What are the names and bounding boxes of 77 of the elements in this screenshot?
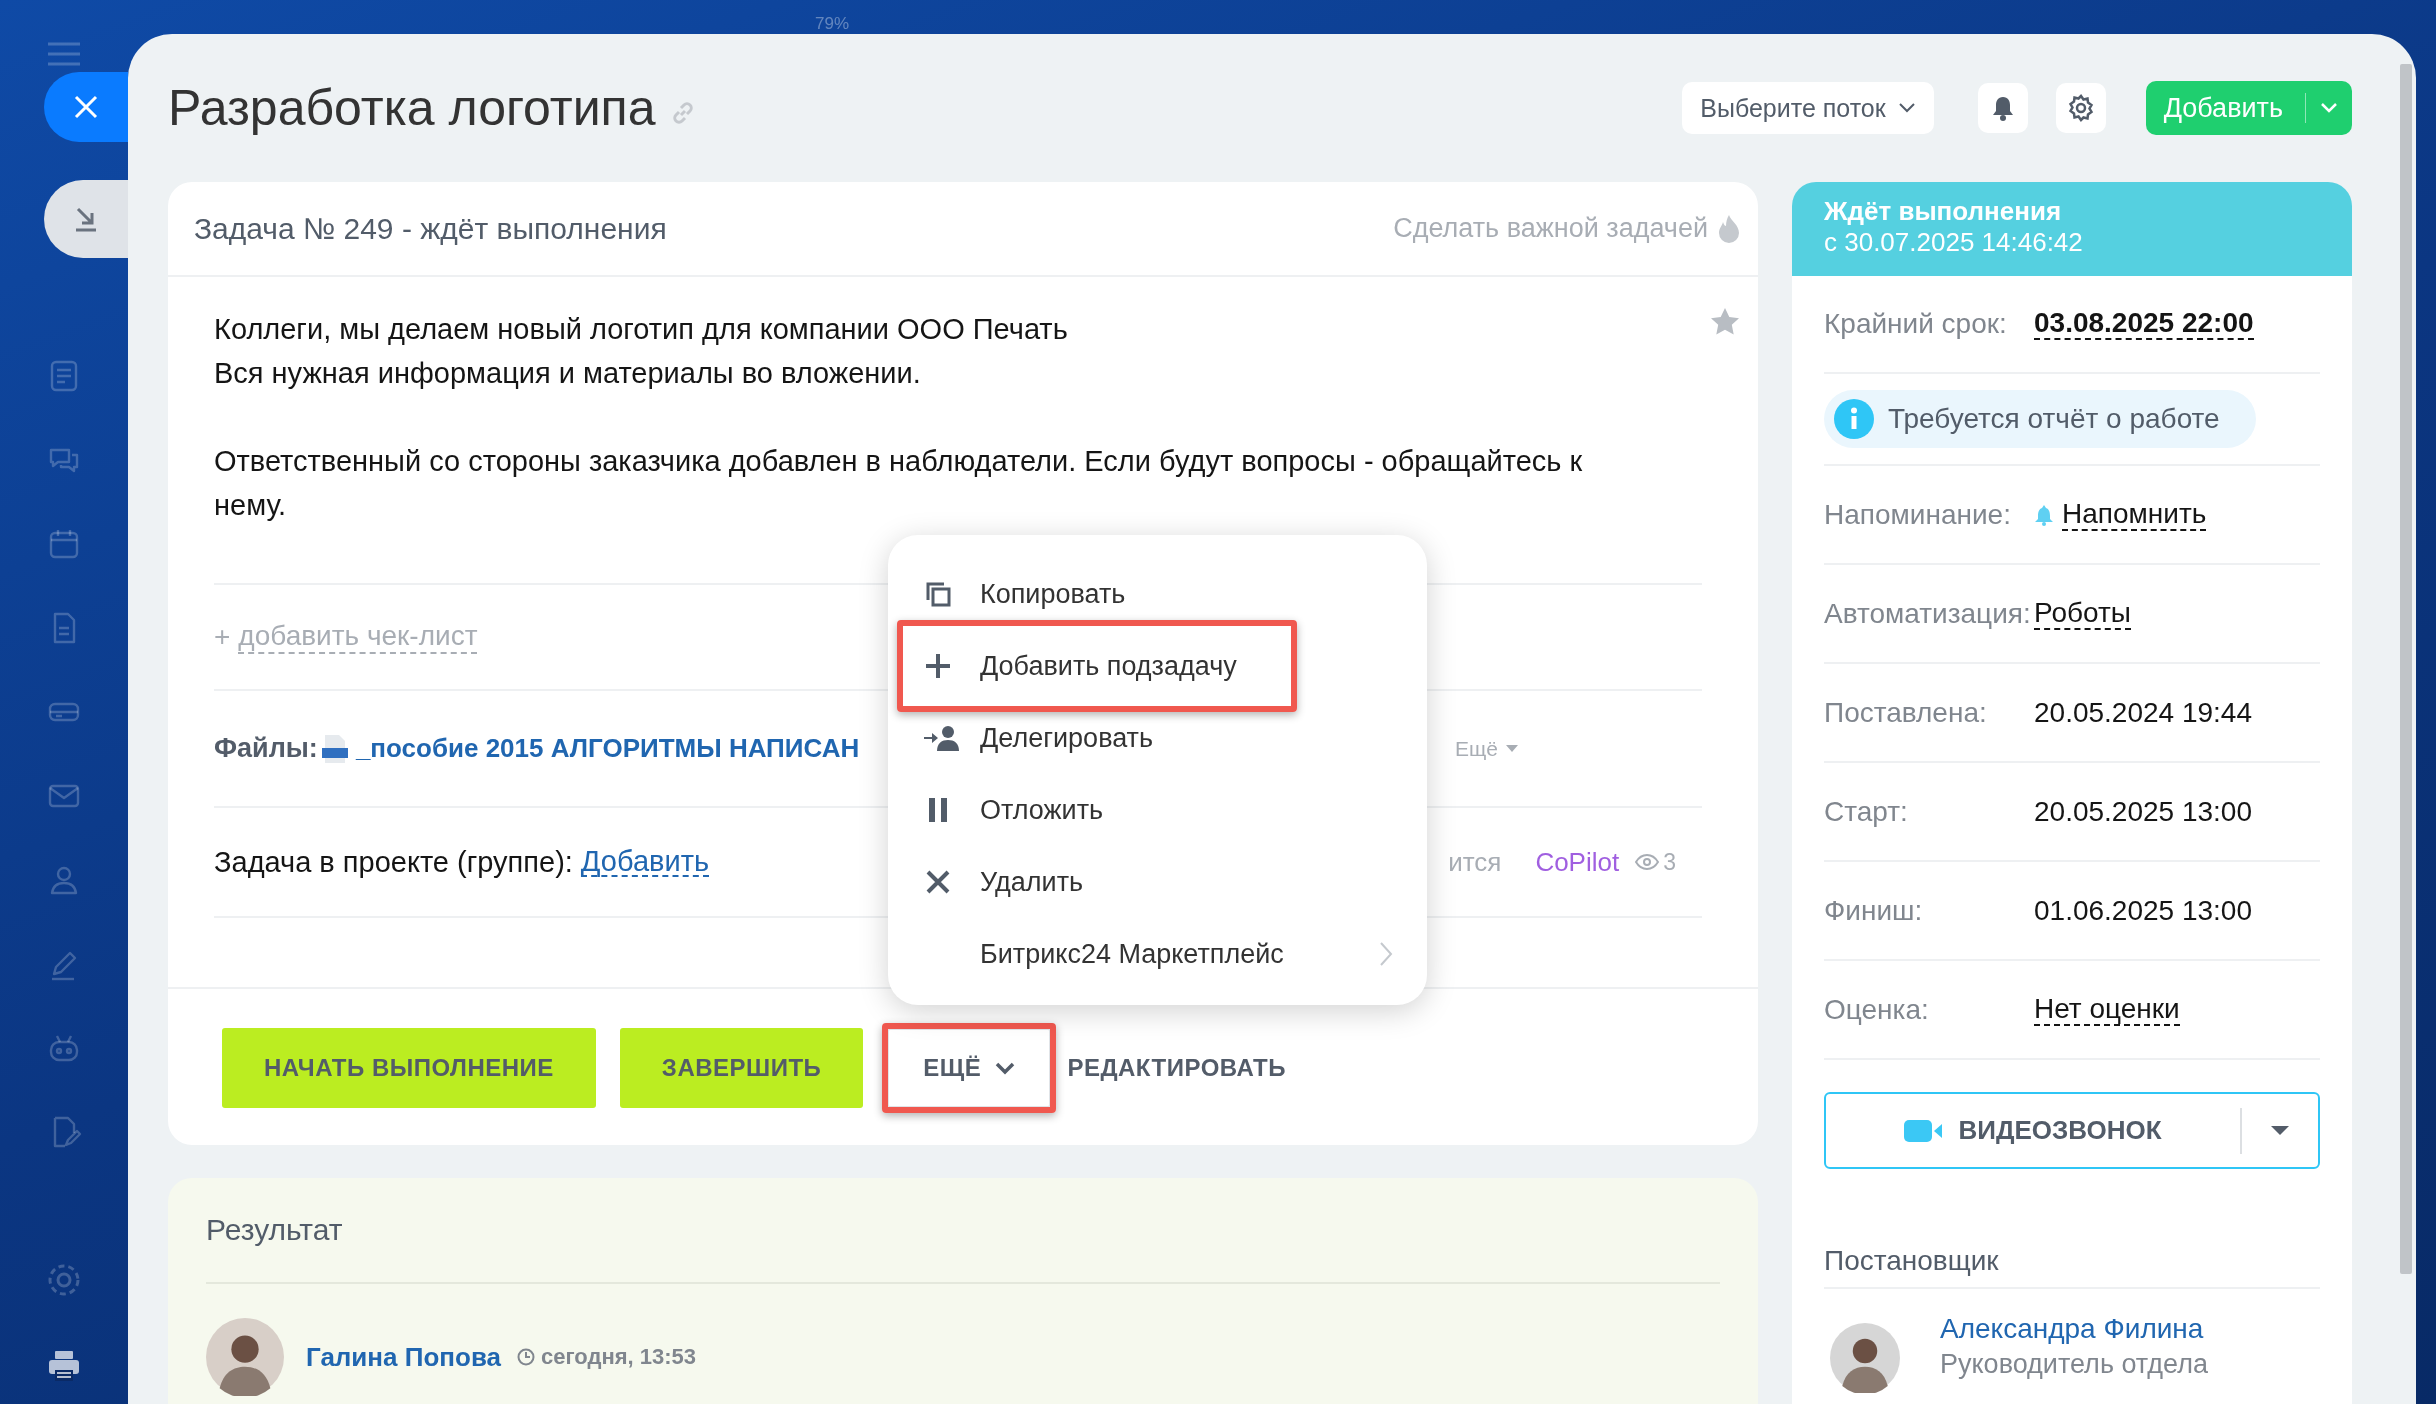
menu-item[interactable]: Удалить bbox=[888, 846, 1427, 918]
zoom-label: 79% bbox=[815, 14, 850, 34]
avatar bbox=[1830, 1323, 1900, 1393]
doc-file-icon bbox=[321, 733, 348, 764]
comment-time: сегодня, 13:53 bbox=[541, 1344, 697, 1370]
detail-value: 20.05.2024 19:44 bbox=[2034, 696, 2252, 729]
copy-icon bbox=[924, 580, 952, 608]
plus-icon bbox=[924, 652, 952, 680]
creator-role: Руководитель отдела bbox=[1940, 1349, 2208, 1380]
more-button[interactable]: ЕЩЁ bbox=[887, 1028, 1052, 1108]
flow-select[interactable]: Выберите поток bbox=[1682, 82, 1934, 134]
detail-label: Крайний срок: bbox=[1824, 308, 2008, 340]
menu-item[interactable]: Отложить bbox=[888, 774, 1427, 846]
gear-icon bbox=[2066, 94, 2095, 122]
task-heading: Задача № 249 - ждёт выполнения bbox=[194, 211, 667, 246]
detail-label: Автоматизация: bbox=[1824, 597, 2032, 630]
partial-text: ится bbox=[1448, 846, 1502, 878]
detail-link[interactable]: Роботы bbox=[2034, 597, 2131, 630]
description-text: Коллеги, мы делаем новый логотип для компании ООО Печать bbox=[214, 312, 1069, 347]
deadline-value[interactable]: 03.08.2025 22:00 bbox=[2034, 308, 2254, 340]
printer-icon[interactable] bbox=[46, 1348, 82, 1384]
watchers-count: 3 bbox=[1663, 848, 1676, 876]
action-button[interactable]: НАЧАТЬ ВЫПОЛНЕНИЕ bbox=[222, 1028, 596, 1108]
caret-icon bbox=[2271, 1125, 2289, 1136]
result-title: Результат bbox=[206, 1213, 343, 1247]
status-title: Ждёт выполнения bbox=[1824, 196, 2063, 227]
creator-name[interactable]: Александра Филина bbox=[1940, 1313, 2208, 1345]
scrollbar[interactable] bbox=[2400, 64, 2412, 1274]
clock-icon bbox=[517, 1348, 535, 1366]
files-label: Файлы: bbox=[214, 733, 318, 764]
project-label: Задача в проекте (группе): bbox=[214, 845, 573, 879]
creator-title: Постановщик bbox=[1824, 1245, 1999, 1277]
detail-link[interactable]: Нет оценки bbox=[2034, 993, 2180, 1026]
remind-link[interactable]: Напомнить bbox=[2062, 498, 2207, 531]
status-since: с 30.07.2025 14:46:42 bbox=[1824, 227, 2084, 258]
eye-icon bbox=[1635, 853, 1660, 871]
star-icon[interactable] bbox=[1710, 307, 1740, 337]
detail-value: 01.06.2025 13:00 bbox=[2034, 894, 2252, 927]
delegate-icon bbox=[924, 724, 960, 752]
detail-label: Оценка: bbox=[1824, 993, 1930, 1026]
caret-icon bbox=[1506, 744, 1518, 753]
notice-text: Требуется отчёт о работе bbox=[1888, 403, 2220, 435]
close-button[interactable] bbox=[44, 72, 128, 142]
chevron-right-icon bbox=[1379, 941, 1393, 967]
page-title: Разработка логотипа bbox=[168, 79, 656, 137]
menu-icon[interactable] bbox=[48, 40, 80, 68]
description-text: Ответственный со стороны заказчика добавлен в наблюдатели. Если будут вопросы - обращайтесь к нему. bbox=[214, 444, 1584, 523]
detail-label: Поставлена: bbox=[1824, 696, 1988, 729]
edit-button[interactable]: РЕДАКТИРОВАТЬ bbox=[1059, 1028, 1295, 1108]
flame-icon[interactable] bbox=[1718, 213, 1740, 244]
menu-item[interactable]: Делегировать bbox=[888, 702, 1427, 774]
settings-button[interactable] bbox=[2055, 83, 2106, 133]
group-link[interactable]: CoPilot bbox=[1535, 846, 1620, 878]
menu-item[interactable]: Копировать bbox=[888, 558, 1427, 630]
detail-label: Напоминание: bbox=[1824, 498, 2012, 531]
close-icon bbox=[924, 868, 952, 896]
collapse-button[interactable] bbox=[44, 180, 128, 258]
info-icon bbox=[1834, 399, 1874, 439]
chevron-down-icon bbox=[1897, 102, 1916, 114]
video-call-button[interactable]: ВИДЕОЗВОНОК bbox=[1824, 1092, 2320, 1169]
video-camera-icon bbox=[1904, 1118, 1943, 1143]
detail-label: Финиш: bbox=[1824, 894, 1924, 927]
menu-item[interactable]: Битрикс24 Маркетплейс bbox=[888, 918, 1427, 990]
close-icon bbox=[73, 94, 99, 120]
chevron-down-icon bbox=[2320, 102, 2338, 114]
detail-label: Старт: bbox=[1824, 795, 1909, 828]
author-name[interactable]: Галина Попова bbox=[306, 1341, 501, 1373]
action-button[interactable]: ЗАВЕРШИТЬ bbox=[619, 1028, 864, 1108]
detail-value: 20.05.2025 13:00 bbox=[2034, 795, 2252, 828]
chevron-down-icon bbox=[995, 1061, 1016, 1075]
description-text: Вся нужная информация и материалы во вложении. bbox=[214, 356, 922, 391]
bell-icon bbox=[2034, 503, 2054, 526]
file-link[interactable]: _пособие 2015 АЛГОРИТМЫ НАПИСАН bbox=[355, 733, 860, 764]
add-project-link[interactable]: Добавить bbox=[580, 847, 710, 877]
bell-icon bbox=[1990, 95, 2015, 121]
menu-item[interactable]: Добавить подзадачу bbox=[888, 630, 1427, 702]
notifications-button[interactable] bbox=[1977, 83, 2028, 133]
